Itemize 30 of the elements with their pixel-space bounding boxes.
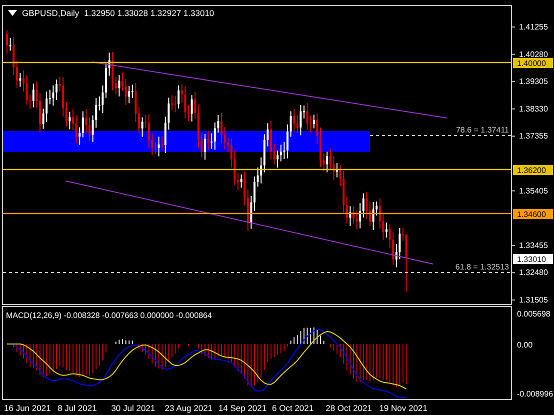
price-level-tag: 1.33010	[513, 254, 553, 264]
price-tick-label: 1.37355	[519, 132, 548, 141]
date-label: 30 Jul 2021	[111, 403, 156, 413]
price-tick-label: 1.31505	[519, 296, 548, 304]
dropdown-triangle-icon[interactable]	[8, 10, 17, 16]
date-label: 16 Jun 2021	[4, 403, 51, 413]
price-tick-label: 1.38330	[519, 104, 548, 114]
macd-tick-label: 0.005698	[517, 310, 550, 318]
macd-label: MACD(12,26,9) -0.008328 -0.007663 0.000000 -0.000864	[6, 311, 212, 320]
date-label: 8 Jul 2021	[58, 403, 97, 413]
date-label: 23 Aug 2021	[164, 403, 213, 413]
price-tick-label: 1.35405	[519, 186, 548, 196]
date-label: 14 Sep 2021	[218, 403, 267, 413]
date-label: 6 Oct 2021	[272, 403, 314, 413]
price-tick-label: 1.39305	[519, 77, 548, 86]
date-label: 28 Oct 2021	[326, 403, 372, 413]
macd-tick-label: -0.008996	[517, 389, 554, 398]
fib-level-label: 78.6 = 1.37411	[456, 126, 509, 134]
price-tick-label: 1.41255	[519, 22, 548, 32]
price-level-tag: 1.40000	[513, 58, 553, 68]
price-level-tag: 1.34600	[513, 209, 553, 219]
fib-level-label: 61.8 = 1.32513	[455, 262, 509, 272]
price-tick-label: 1.33455	[519, 240, 548, 250]
chart-symbol: GBPUSD,Daily	[22, 8, 80, 18]
price-level-tag: 1.36200	[513, 165, 553, 175]
price-tick-label: 1.32480	[519, 268, 548, 278]
price-tick-label: 1.40280	[519, 50, 548, 59]
date-label: 19 Nov 2021	[379, 403, 428, 413]
macd-tick-label: 0.00	[517, 340, 533, 350]
ohlc-values: 1.32950 1.33028 1.32927 1.33010	[84, 8, 214, 18]
